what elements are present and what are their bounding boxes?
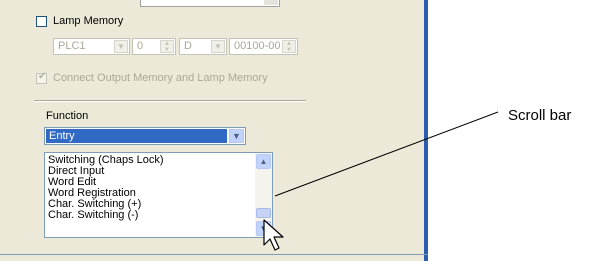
mouse-pointer-icon [263,219,284,251]
callout-label: Scroll bar [508,107,572,124]
callout-leader-line [274,111,499,197]
